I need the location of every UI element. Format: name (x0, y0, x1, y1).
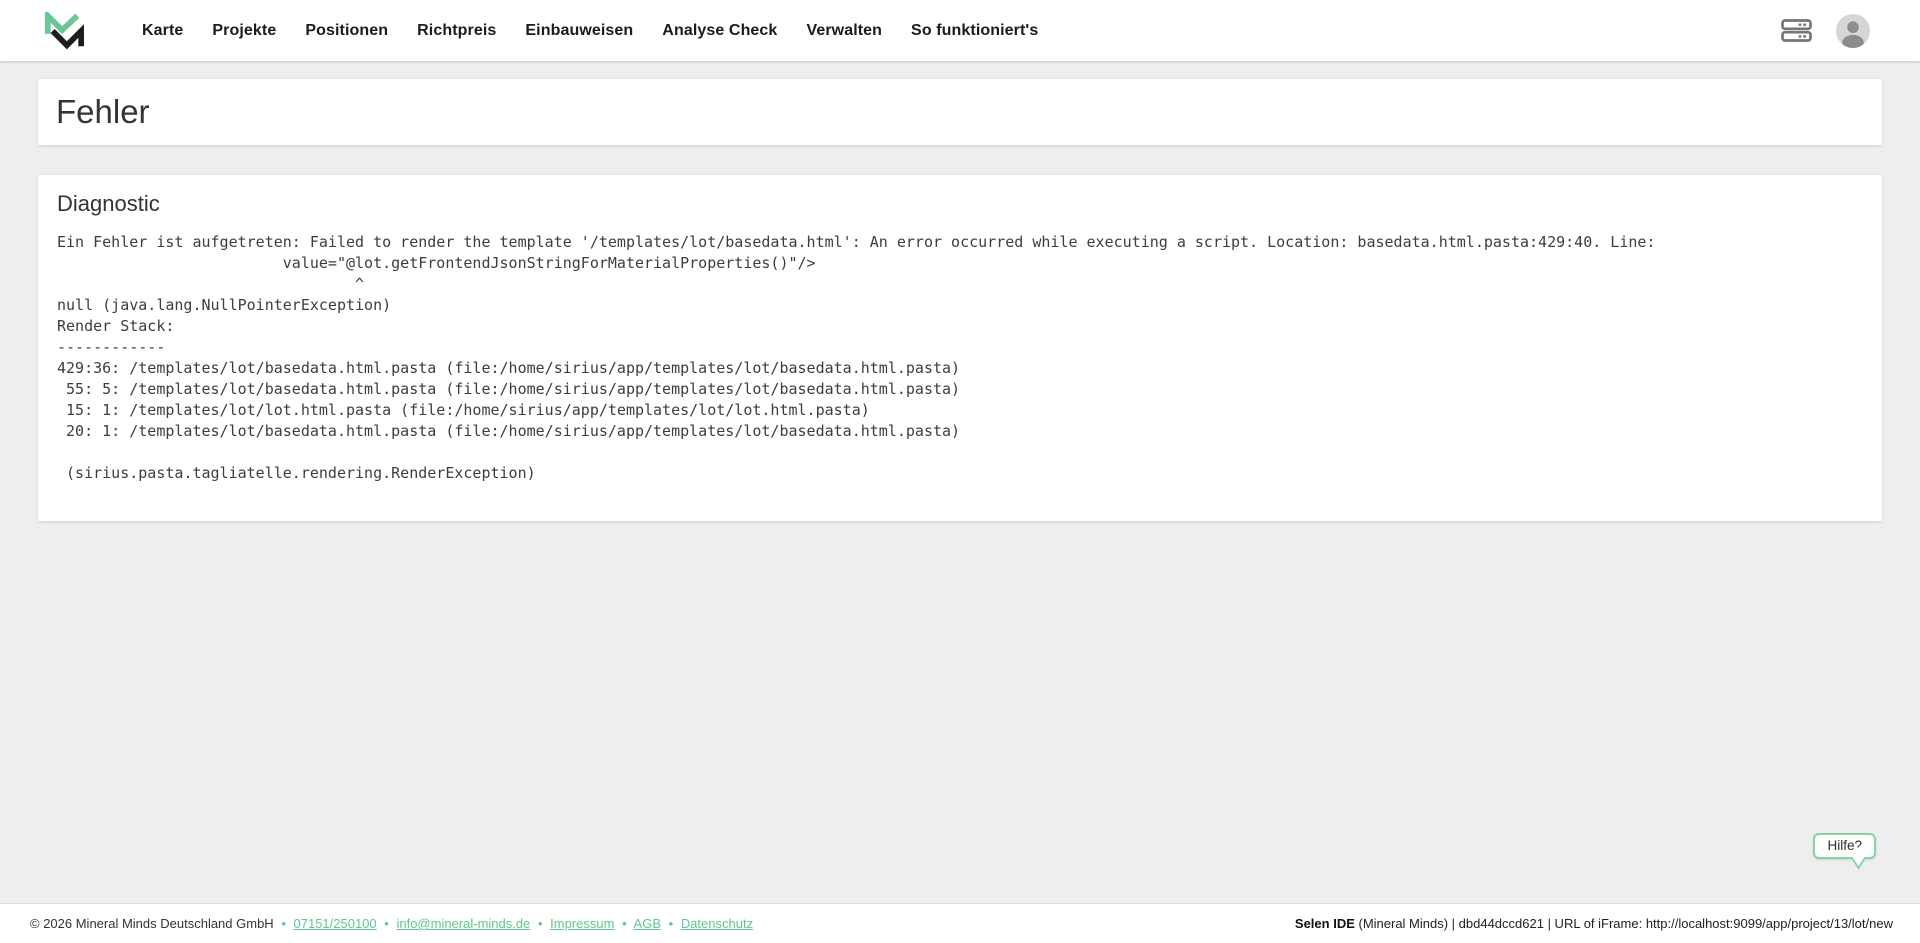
diagnostic-line: 55: 5: /templates/lot/basedata.html.past… (57, 379, 1863, 400)
main-content: Fehler Diagnostic Ein Fehler ist aufgetr… (0, 61, 1920, 521)
impressum-link[interactable]: Impressum (550, 916, 614, 931)
error-title-card: Fehler (38, 79, 1882, 145)
copyright-text: © 2026 Mineral Minds Deutschland GmbH (30, 916, 274, 931)
mineral-minds-logo[interactable] (44, 12, 84, 50)
iframe-info: (Mineral Minds) | dbd44dccd621 | URL of … (1355, 916, 1893, 931)
nav-item-so-funktionierts[interactable]: So funktioniert's (911, 22, 1038, 40)
datenschutz-link[interactable]: Datenschutz (681, 916, 753, 931)
diagnostic-line: value="@lot.getFrontendJsonStringForMate… (57, 253, 1863, 274)
footer-right: Selen IDE (Mineral Minds) | dbd44dccd621… (1295, 916, 1893, 931)
nav-item-analyse-check[interactable]: Analyse Check (662, 22, 777, 40)
user-avatar-icon (1836, 14, 1870, 48)
user-avatar[interactable] (1836, 14, 1870, 48)
app-name: Selen IDE (1295, 916, 1355, 931)
separator-dot: • (538, 916, 543, 931)
page-title: Fehler (56, 93, 150, 131)
diagnostic-line: (sirius.pasta.tagliatelle.rendering.Rend… (57, 463, 1863, 484)
server-button[interactable] (1781, 19, 1812, 42)
diagnostic-line: 20: 1: /templates/lot/basedata.html.past… (57, 421, 1863, 442)
help-button[interactable]: Hilfe? (1813, 833, 1876, 859)
diagnostic-heading: Diagnostic (57, 191, 1863, 217)
footer-left: © 2026 Mineral Minds Deutschland GmbH • … (30, 916, 753, 931)
main-nav: Karte Projekte Positionen Richtpreis Ein… (142, 22, 1038, 40)
diagnostic-card: Diagnostic Ein Fehler ist aufgetreten: F… (38, 175, 1882, 521)
nav-item-einbauweisen[interactable]: Einbauweisen (525, 22, 633, 40)
diagnostic-line: 429:36: /templates/lot/basedata.html.pas… (57, 358, 1863, 379)
diagnostic-line: 15: 1: /templates/lot/lot.html.pasta (fi… (57, 400, 1863, 421)
mineral-minds-logo-icon (44, 12, 84, 50)
top-bar: Karte Projekte Positionen Richtpreis Ein… (0, 0, 1920, 61)
separator-dot: • (384, 916, 389, 931)
diagnostic-line: null (java.lang.NullPointerException) (57, 295, 1863, 316)
diagnostic-line: Render Stack: (57, 316, 1863, 337)
nav-item-verwalten[interactable]: Verwalten (806, 22, 882, 40)
separator-dot: • (281, 916, 286, 931)
top-actions (1781, 14, 1870, 48)
nav-item-richtpreis[interactable]: Richtpreis (417, 22, 496, 40)
diagnostic-line (57, 442, 1863, 463)
nav-item-karte[interactable]: Karte (142, 22, 183, 40)
separator-dot: • (669, 916, 674, 931)
separator-dot: • (622, 916, 627, 931)
agb-link[interactable]: AGB (634, 916, 661, 931)
diagnostic-line: ^ (57, 274, 1863, 295)
email-link[interactable]: info@mineral-minds.de (396, 916, 530, 931)
diagnostic-line: Ein Fehler ist aufgetreten: Failed to re… (57, 232, 1863, 253)
footer: © 2026 Mineral Minds Deutschland GmbH • … (0, 903, 1920, 943)
nav-item-positionen[interactable]: Positionen (305, 22, 388, 40)
nav-item-projekte[interactable]: Projekte (212, 22, 276, 40)
diagnostic-output: Ein Fehler ist aufgetreten: Failed to re… (57, 232, 1863, 484)
diagnostic-line: ------------ (57, 337, 1863, 358)
server-icon (1781, 19, 1812, 42)
phone-link[interactable]: 07151/250100 (294, 916, 377, 931)
